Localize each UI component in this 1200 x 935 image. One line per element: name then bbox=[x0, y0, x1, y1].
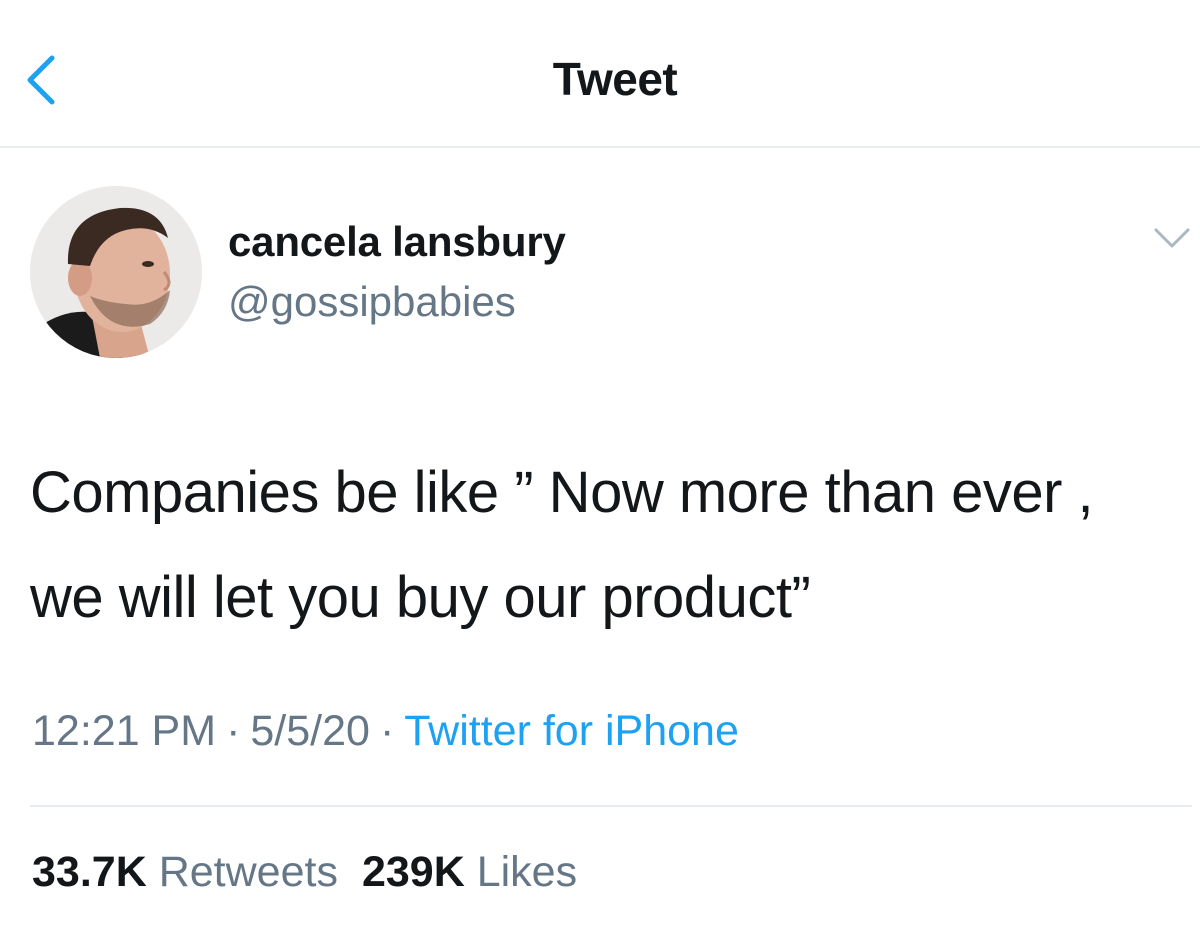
engagement-stats: 33.7K Retweets 239K Likes bbox=[32, 848, 577, 897]
tweet-text: Companies be like ” Now more than ever ,… bbox=[30, 460, 1094, 630]
tweet-metadata: 12:21 PM · 5/5/20 · Twitter for iPhone bbox=[32, 707, 739, 756]
likes-label: Likes bbox=[476, 848, 578, 896]
divider bbox=[30, 805, 1192, 807]
tweet-date: 5/5/20 bbox=[250, 707, 370, 755]
retweets-label: Retweets bbox=[158, 848, 338, 896]
author-display-name[interactable]: cancela lansbury bbox=[228, 218, 566, 266]
meta-separator: · bbox=[226, 707, 241, 755]
navigation-bar: Tweet bbox=[0, 0, 1200, 148]
tweet-source-link[interactable]: Twitter for iPhone bbox=[404, 707, 739, 755]
chevron-down-icon bbox=[1154, 228, 1190, 248]
avatar[interactable] bbox=[30, 186, 202, 358]
profile-photo bbox=[30, 186, 202, 358]
meta-separator: · bbox=[379, 707, 395, 755]
likes-stat[interactable]: 239K Likes bbox=[362, 848, 577, 896]
likes-count: 239K bbox=[361, 848, 465, 896]
author-handle[interactable]: @gossipbabies bbox=[228, 278, 516, 326]
tweet-time: 12:21 PM bbox=[32, 707, 217, 755]
more-options-button[interactable] bbox=[1148, 220, 1196, 256]
page-title: Tweet bbox=[552, 53, 678, 105]
retweets-stat[interactable]: 33.7K Retweets bbox=[32, 848, 338, 896]
retweets-count: 33.7K bbox=[32, 848, 147, 896]
